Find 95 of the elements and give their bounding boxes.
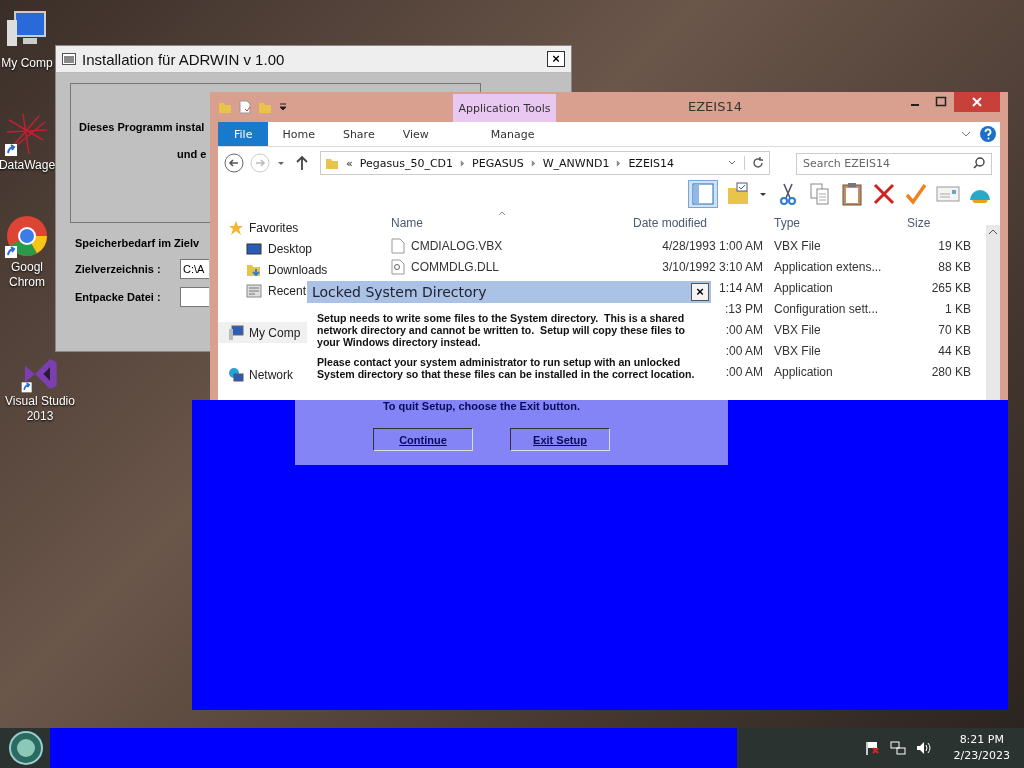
breadcrumb-item[interactable]: Pegasus_50_CD1	[359, 156, 454, 170]
size-cell-text: 70 KB	[937, 322, 971, 337]
scrollbar[interactable]	[986, 225, 1000, 400]
context-tab-header: Application Tools	[453, 94, 556, 122]
search-icon	[972, 156, 986, 170]
desktop-icon	[246, 240, 262, 257]
settings-file-icon	[391, 258, 405, 275]
separator-arrow-icon	[530, 159, 536, 167]
intro-text: und e	[177, 148, 207, 160]
desktop-icon-label[interactable]: Visual Studio 2013	[1, 394, 79, 424]
clock[interactable]: 8:21 PM 2/23/2023	[953, 732, 1010, 764]
window-title: Installation für ADRWIN v 1.00	[82, 50, 286, 68]
help-icon[interactable]	[980, 126, 996, 142]
instruction-text: To quit Setup, choose the Exit button.	[382, 400, 581, 412]
network-icon[interactable]	[889, 740, 906, 756]
breadcrumb-item[interactable]: PEGASUS	[472, 156, 524, 170]
file-name[interactable]: CMDIALOG.VBX	[411, 238, 503, 253]
ribbon-tab[interactable]: Home	[268, 122, 329, 146]
breadcrumb-item[interactable]: W_ANWND1	[542, 156, 610, 170]
type-cell-text: VBX File	[773, 238, 822, 253]
type-cell-text: Application	[773, 364, 834, 379]
ribbon-tab[interactable]: File	[218, 122, 269, 146]
ribbon-tab[interactable]: View	[388, 122, 443, 146]
start-orb-icon[interactable]	[8, 730, 44, 766]
size-cell-text: 88 KB	[937, 259, 971, 274]
date-cell: :00 AM	[725, 322, 763, 337]
network-icon	[228, 366, 244, 383]
date-cell: :00 AM	[725, 343, 763, 358]
nav-pane-item[interactable]: Favorites	[218, 217, 378, 238]
field-label: Zielverzeichnis :	[75, 263, 162, 275]
size-cell-text: 280 KB	[930, 364, 971, 379]
input-field[interactable]: C:\A	[180, 259, 209, 279]
sort-caret-icon	[498, 211, 506, 216]
date-cell: 1:14 AM	[718, 280, 763, 295]
recent-places-icon	[246, 282, 262, 299]
star-icon	[228, 219, 244, 236]
separator-arrow-icon	[460, 159, 466, 167]
window-title: EZEIS14	[688, 99, 742, 114]
message-text: Please contact your system administrator to run setup with an unlocked System directory so that these files can be installed in the correct location.	[317, 356, 696, 380]
date-cell: 4/28/1993 1:00 AM	[662, 238, 763, 253]
type-cell-text: Application	[773, 280, 834, 295]
breadcrumb-overflow[interactable]: «	[346, 156, 353, 170]
delete-x-icon[interactable]	[872, 182, 896, 206]
column-header[interactable]: Date modified	[626, 216, 767, 230]
document-icon[interactable]	[238, 100, 252, 114]
flag-icon[interactable]	[863, 740, 880, 756]
close-button[interactable]: ×	[691, 283, 709, 301]
breadcrumb-item[interactable]: EZEIS14	[628, 156, 675, 170]
dialog-title: Locked System Directory	[312, 284, 487, 300]
search-field[interactable]: Search EZEIS14	[796, 152, 992, 175]
date-cell: :13 PM	[725, 301, 763, 316]
desktop-icon-label[interactable]: My Comp	[1, 56, 53, 71]
nav-pane-item[interactable]: Downloads	[218, 259, 378, 280]
speaker-icon[interactable]	[915, 740, 932, 756]
file-icon	[391, 237, 405, 254]
close-button[interactable]: ×	[547, 51, 565, 67]
date-cell: 3/10/1992 3:10 AM	[662, 259, 763, 274]
app-icon	[62, 53, 76, 65]
desktop-icon-label[interactable]: Googl Chrom	[0, 260, 54, 290]
intro-text: Dieses Programm instal	[79, 121, 205, 133]
address-bar[interactable]: « Pegasus_50_CD1 PEGASUS W_ANWND1 EZEIS14	[320, 151, 770, 175]
refresh-icon[interactable]	[744, 156, 765, 170]
computer-icon	[228, 324, 244, 341]
scroll-up-icon[interactable]	[988, 229, 998, 235]
ribbon-tab[interactable]: Manage	[456, 122, 569, 146]
back-icon[interactable]	[224, 153, 244, 173]
input-field[interactable]	[180, 287, 209, 307]
type-cell-text: VBX File	[773, 322, 822, 337]
column-header[interactable]: Size	[897, 216, 971, 230]
dialog-button[interactable]: Exit Setup	[510, 428, 610, 451]
dialog-button[interactable]: Continue	[373, 428, 473, 451]
separator-arrow-icon	[616, 159, 622, 167]
clipboard-icon[interactable]	[840, 182, 864, 206]
checkmark-icon[interactable]	[904, 182, 928, 206]
size-cell-text: 265 KB	[930, 280, 971, 295]
preview-pane-icon[interactable]	[688, 180, 718, 208]
type-cell-text: VBX File	[773, 343, 822, 358]
column-header[interactable]: Name	[378, 216, 626, 230]
date-cell: :00 AM	[725, 364, 763, 379]
dropdown-icon[interactable]	[278, 102, 288, 112]
column-header[interactable]: Type	[767, 216, 897, 230]
field-label: Entpacke Datei :	[75, 291, 162, 303]
size-cell-text: 19 KB	[937, 238, 971, 253]
type-cell-text: Application extens...	[773, 259, 883, 274]
size-cell-text: 1 KB	[944, 301, 971, 316]
file-name[interactable]: COMMDLG.DLL	[411, 259, 499, 274]
size-cell-text: 44 KB	[937, 343, 971, 358]
folder-check-icon[interactable]	[726, 182, 750, 206]
nav-pane-item[interactable]: Desktop	[218, 238, 378, 259]
folder-icon	[325, 156, 339, 170]
desktop-icon-label[interactable]: DataWage	[0, 158, 56, 173]
ribbon-tab[interactable]: Share	[328, 122, 389, 146]
close-button[interactable]	[954, 92, 1000, 112]
type-cell-text: Configuration sett...	[773, 301, 880, 316]
disk-space-label: Speicherbedarf im Zielv	[75, 237, 200, 249]
